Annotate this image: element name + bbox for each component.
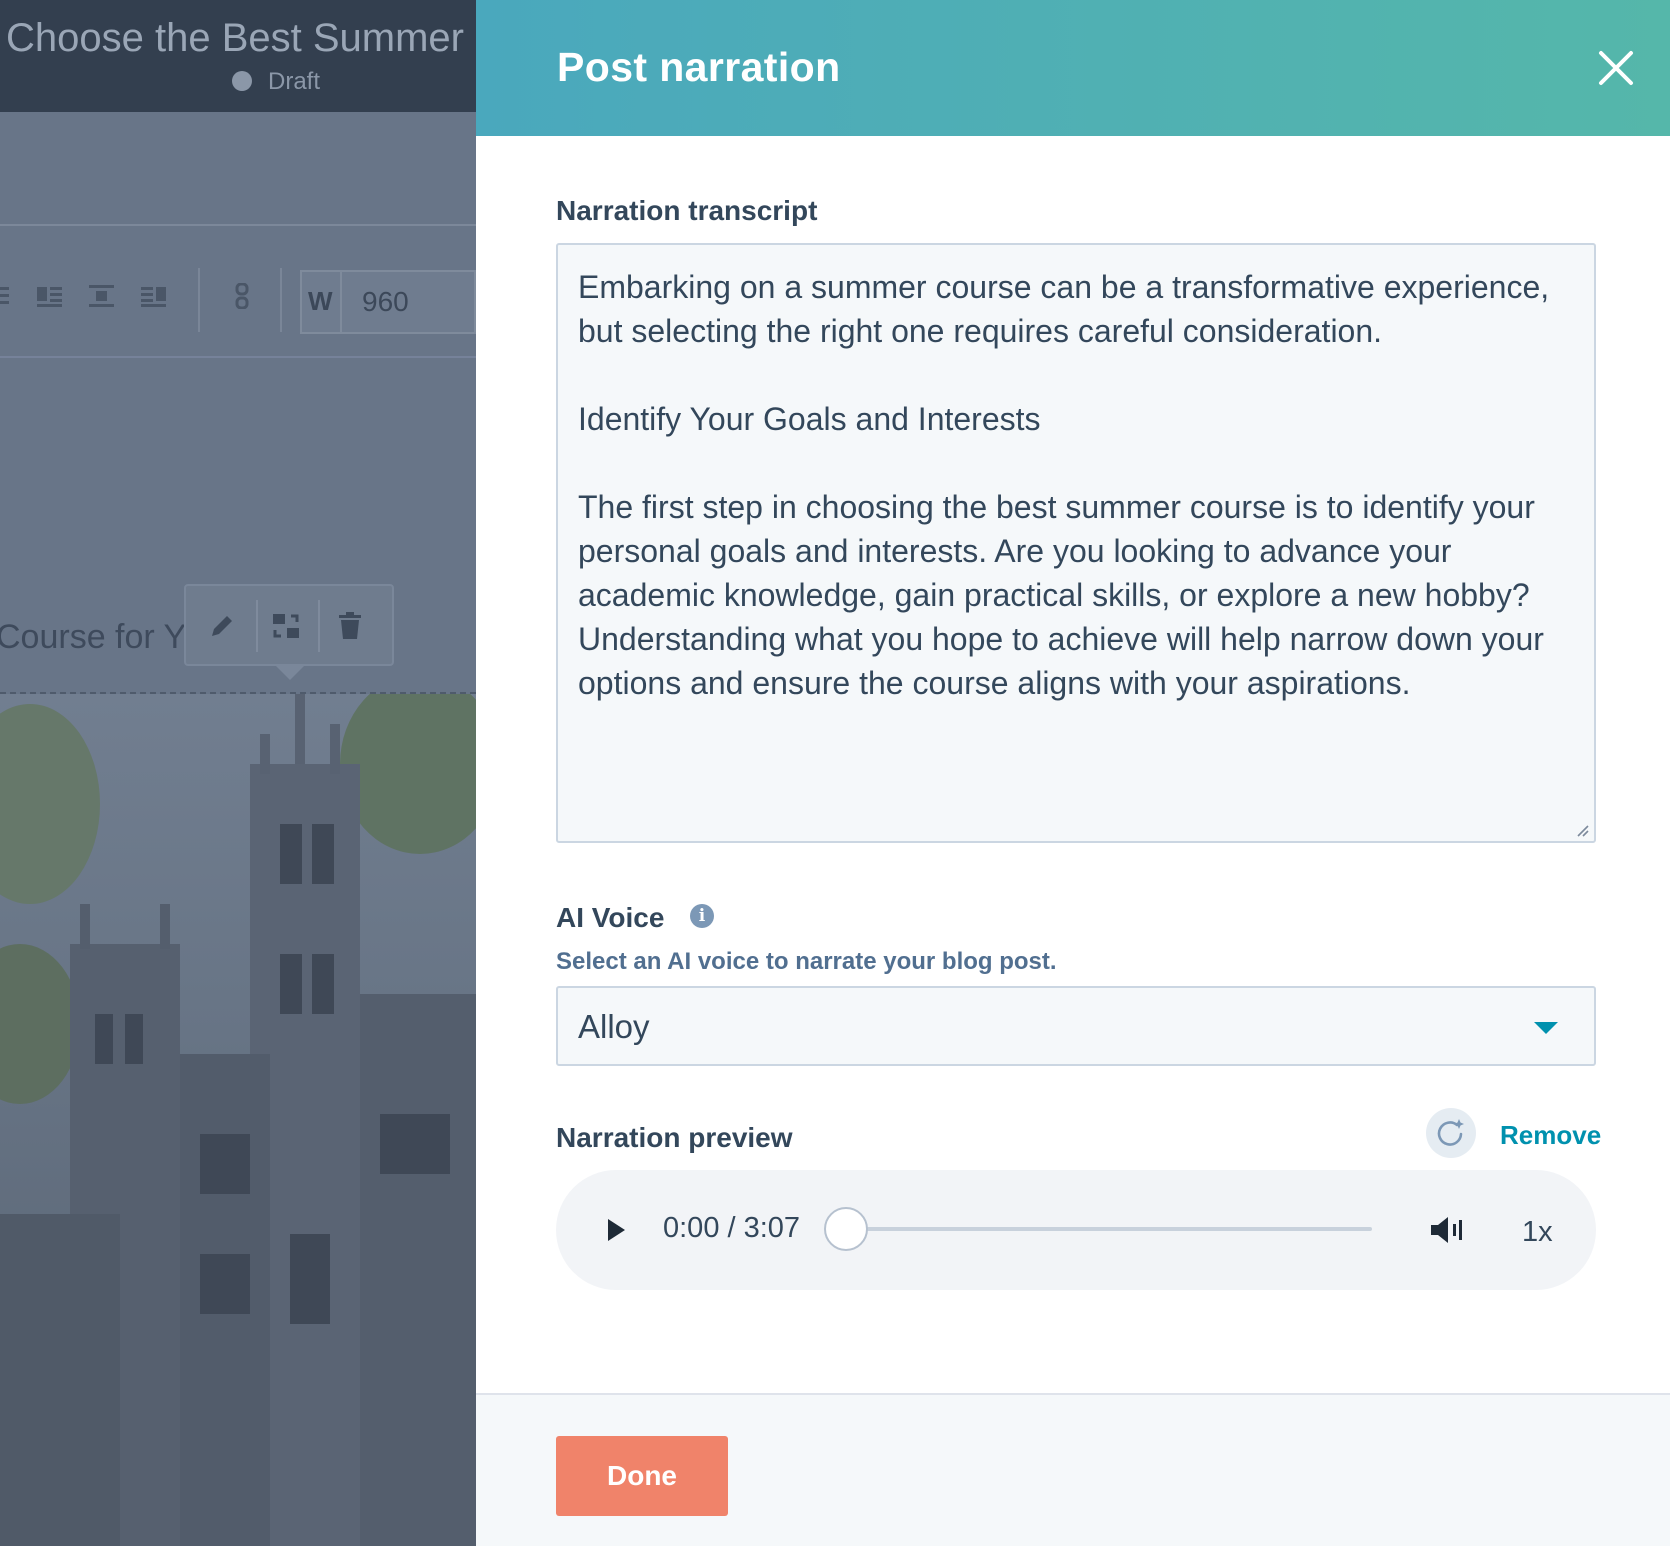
module-floating-toolbar xyxy=(184,584,394,666)
done-button[interactable]: Done xyxy=(556,1436,728,1516)
width-input-divider xyxy=(340,272,342,332)
close-icon xyxy=(1599,51,1633,85)
close-button[interactable] xyxy=(1588,40,1644,96)
align-right-icon[interactable] xyxy=(138,280,170,312)
status-indicator: Draft xyxy=(232,68,320,96)
volume-button[interactable] xyxy=(1428,1212,1464,1248)
trash-icon[interactable] xyxy=(332,608,368,644)
remove-narration-link[interactable]: Remove xyxy=(1500,1120,1601,1151)
featured-image xyxy=(0,694,476,1546)
toolbar-pointer xyxy=(274,664,306,680)
pencil-icon[interactable] xyxy=(204,608,240,644)
ai-voice-selected-value: Alloy xyxy=(578,1008,650,1045)
chevron-down-icon xyxy=(1534,1022,1558,1034)
ai-voice-select[interactable]: Alloy xyxy=(556,986,1596,1066)
panel-title: Post narration xyxy=(557,44,841,90)
width-value: 960 xyxy=(362,286,409,317)
editor-background: Choose the Best Summer Course for You Dr… xyxy=(0,0,476,1546)
transcript-label: Narration transcript xyxy=(556,195,818,226)
post-narration-panel: Post narration Narration transcript Emba… xyxy=(476,0,1670,1546)
toolbar-separator xyxy=(256,600,258,652)
playback-speed[interactable]: 1x xyxy=(1522,1216,1553,1249)
align-center-icon[interactable] xyxy=(86,280,118,312)
play-icon xyxy=(608,1219,625,1241)
width-label: W xyxy=(308,286,333,316)
align-left-icon[interactable] xyxy=(34,280,66,312)
playback-time: 0:00 / 3:07 xyxy=(663,1212,801,1244)
toolbar-separator xyxy=(318,600,320,652)
status-label: Draft xyxy=(268,68,321,95)
link-icon[interactable] xyxy=(226,280,258,312)
align-justify-button[interactable] xyxy=(0,280,18,312)
info-icon[interactable]: i xyxy=(690,904,714,928)
editor-topbar: Choose the Best Summer Course for You Dr… xyxy=(0,0,476,112)
seek-thumb[interactable] xyxy=(824,1207,868,1251)
toolbar-separator xyxy=(280,268,282,332)
narration-preview-label: Narration preview xyxy=(556,1122,793,1153)
regenerate-button[interactable] xyxy=(1426,1108,1476,1158)
swap-icon[interactable] xyxy=(268,608,304,644)
regenerate-icon xyxy=(1437,1119,1464,1146)
volume-icon xyxy=(1431,1217,1462,1243)
toolbar-separator xyxy=(198,268,200,332)
status-dot-icon xyxy=(232,71,252,91)
resize-grip-icon[interactable] xyxy=(1574,822,1590,838)
seek-track[interactable] xyxy=(846,1227,1372,1231)
divider xyxy=(0,224,476,226)
ai-voice-label: AI Voice xyxy=(556,902,665,933)
panel-header: Post narration xyxy=(476,0,1670,136)
transcript-textarea[interactable]: Embarking on a summer course can be a tr… xyxy=(556,243,1596,843)
play-button[interactable] xyxy=(598,1212,634,1248)
document-title: Choose the Best Summer Course for You xyxy=(6,16,476,60)
divider xyxy=(0,356,476,358)
audio-player: 0:00 / 3:07 1x xyxy=(556,1170,1596,1290)
ai-voice-help-text: Select an AI voice to narrate your blog … xyxy=(556,948,1057,975)
